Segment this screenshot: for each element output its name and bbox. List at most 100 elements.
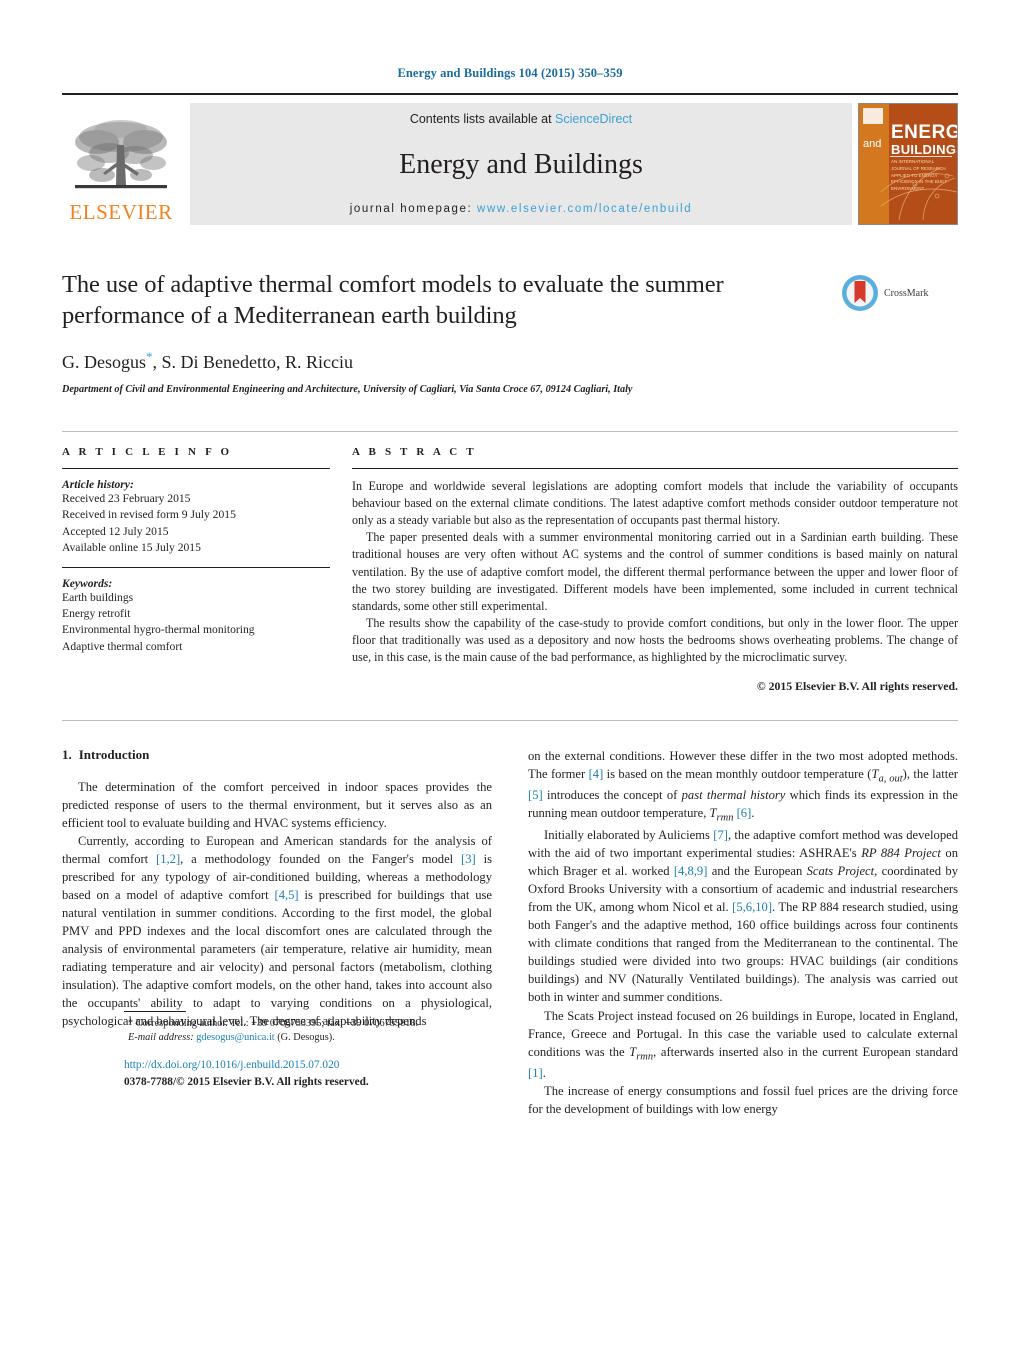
author-list: G. Desogus*, S. Di Benedetto, R. Ricciu [62, 349, 826, 373]
footnote-divider [124, 1010, 186, 1012]
doi-block: http://dx.doi.org/10.1016/j.enbuild.2015… [124, 1057, 517, 1090]
body-column-left: 1. Introduction The determination of the … [62, 747, 492, 1119]
text-run: ), the latter [902, 766, 958, 781]
journal-banner: Contents lists available at ScienceDirec… [190, 103, 852, 225]
journal-title: Energy and Buildings [399, 148, 643, 180]
issn-copyright: 0378-7788/© 2015 Elsevier B.V. All right… [124, 1076, 369, 1089]
journal-cover-thumbnail: and ENERGY BUILDINGS AN INTERNATIONAL JO… [858, 103, 958, 225]
page-title: The use of adaptive thermal comfort mode… [62, 271, 724, 330]
citation-ref[interactable]: [1] [528, 1066, 543, 1080]
intro-paragraph-6: The increase of energy consumptions and … [528, 1084, 958, 1117]
crossmark-badge[interactable]: CrossMark [840, 269, 958, 313]
intro-paragraph-3: on the external conditions. However thes… [528, 747, 958, 826]
email-suffix: (G. Desogus). [274, 1032, 335, 1044]
corresponding-author-note: * Corresponding author. Tel.: +39 070675… [124, 1017, 517, 1032]
journal-homepage-line: journal homepage: www.elsevier.com/locat… [350, 203, 692, 215]
author-first: G. Desogus [62, 351, 146, 372]
abstract-column: A B S T R A C T In Europe and worldwide … [352, 446, 958, 694]
cover-and-text: and [863, 138, 882, 150]
elsevier-logo: ELSEVIER [62, 103, 180, 225]
info-divider-top [62, 467, 330, 469]
keywords-block: Keywords: Earth buildings Energy retrofi… [62, 577, 330, 656]
info-divider-bottom [62, 566, 330, 568]
text-run: introduces the concept of [542, 788, 682, 803]
text-run: is based on the mean monthly outdoor tem… [603, 766, 872, 781]
doi-link[interactable]: http://dx.doi.org/10.1016/j.enbuild.2015… [124, 1057, 517, 1074]
journal-masthead: ELSEVIER Contents lists available at Sci… [62, 93, 958, 225]
variable-subscript: a, out [878, 773, 903, 785]
article-info-column: A R T I C L E I N F O Article history: R… [62, 446, 352, 694]
abstract-divider [352, 467, 958, 469]
text-run: and the European [707, 864, 807, 879]
elsevier-wordmark: ELSEVIER [69, 200, 173, 224]
citation-ref[interactable]: [5,6,10] [732, 900, 772, 914]
citation-ref[interactable]: [3] [461, 852, 476, 866]
title-column: The use of adaptive thermal comfort mode… [62, 269, 840, 395]
text-run: . The RP 884 research studied, using bot… [528, 900, 958, 1005]
citation-ref[interactable]: [1,2] [156, 852, 180, 866]
variable-subscript: rmn [636, 1051, 654, 1063]
citation-ref[interactable]: [4,5] [275, 888, 299, 902]
info-abstract-section: A R T I C L E I N F O Article history: R… [62, 430, 958, 694]
body-column-right: on the external conditions. However thes… [528, 747, 958, 1119]
history-received: Received 23 February 2015 [62, 491, 191, 505]
intro-paragraph-2: Currently, according to European and Ame… [62, 832, 492, 1031]
email-label: E-mail address: [128, 1032, 194, 1044]
contents-prefix: Contents lists available at [409, 112, 556, 126]
contents-line: Contents lists available at ScienceDirec… [410, 112, 632, 126]
abstract-paragraph: The results show the capability of the c… [352, 616, 958, 665]
history-accepted: Accepted 12 July 2015 [62, 524, 169, 538]
abstract-paragraph: The paper presented deals with a summer … [352, 530, 958, 613]
body-top-divider [62, 719, 958, 721]
section-number: 1. [62, 746, 72, 762]
footnote-text: Corresponding author. Tel.: +39 07067553… [133, 1017, 419, 1029]
crossmark-icon [842, 275, 878, 311]
homepage-prefix: journal homepage: [349, 203, 478, 215]
article-info-heading: A R T I C L E I N F O [62, 445, 233, 458]
italic-phrase: past thermal history [681, 788, 786, 803]
running-head: Energy and Buildings 104 (2015) 350–359 [397, 66, 623, 80]
body-columns: 1. Introduction The determination of the … [62, 747, 958, 1119]
keyword-item: Adaptive thermal comfort [62, 639, 183, 653]
keyword-item: Earth buildings [62, 590, 134, 604]
elsevier-tree-icon [75, 120, 167, 189]
intro-paragraph-4: Initially elaborated by Auliciems [7], t… [528, 826, 958, 1007]
crossmark-label: CrossMark [884, 287, 929, 299]
author-rest: , S. Di Benedetto, R. Ricciu [152, 351, 353, 372]
variable-subscript: rmn [716, 812, 734, 824]
citation-ref[interactable]: [6] [737, 806, 752, 820]
text-run: . [751, 806, 755, 821]
intro-paragraph-1: The determination of the comfort perceiv… [62, 779, 492, 830]
sciencedirect-link[interactable]: ScienceDirect [555, 112, 632, 126]
italic-phrase: RP 884 Project [861, 845, 941, 860]
text-run: Initially elaborated by Auliciems [544, 827, 714, 842]
text-run: . [542, 1066, 546, 1081]
citation-ref[interactable]: [5] [528, 788, 543, 802]
text-run: , afterwards inserted also in the curren… [653, 1044, 959, 1059]
email-link[interactable]: gdesogus@unica.it [196, 1032, 274, 1043]
keyword-item: Energy retrofit [62, 606, 131, 620]
abstract-copyright: © 2015 Elsevier B.V. All rights reserved… [756, 678, 958, 693]
citation-ref[interactable]: [7] [713, 828, 728, 842]
section-heading-introduction: 1. Introduction [62, 747, 492, 763]
paper-page: Energy and Buildings 104 (2015) 350–359 [0, 0, 1020, 1351]
text-run: is prescribed for buildings that use nat… [62, 887, 492, 1029]
cover-divider [890, 156, 952, 157]
citation-ref[interactable]: [4,8,9] [674, 864, 708, 878]
intro-paragraph-5: The Scats Project instead focused on 26 … [528, 1007, 958, 1083]
article-history-label: Article history: [62, 477, 134, 491]
homepage-link[interactable]: www.elsevier.com/locate/enbuild [477, 203, 692, 215]
citation-ref[interactable]: [4] [589, 767, 604, 781]
text-run: , a methodology founded on the Fanger's … [180, 851, 462, 866]
keywords-label: Keywords: [62, 576, 113, 590]
abstract-heading: A B S T R A C T [352, 445, 477, 458]
section-label: Introduction [78, 746, 150, 762]
variable-symbol: T [709, 806, 717, 821]
footnote-block: * Corresponding author. Tel.: +39 070675… [124, 1010, 517, 1047]
email-note: E-mail address: gdesogus@unica.it (G. De… [124, 1031, 517, 1046]
abstract-paragraph: In Europe and worldwide several legislat… [352, 478, 958, 528]
affiliation: Department of Civil and Environmental En… [62, 383, 633, 395]
history-revised: Received in revised form 9 July 2015 [62, 508, 236, 522]
cover-publisher-badge [863, 108, 883, 124]
title-block: The use of adaptive thermal comfort mode… [62, 269, 958, 395]
